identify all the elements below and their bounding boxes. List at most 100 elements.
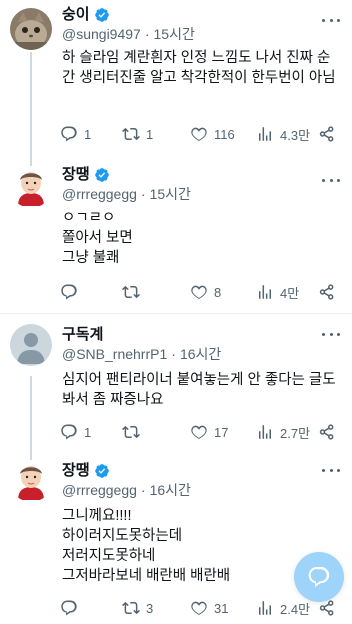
timestamp[interactable]: 16시간 (180, 346, 221, 362)
tweet-header: 장땡 @rrreggegg · 15시간 (62, 166, 312, 204)
share-button[interactable] (318, 123, 336, 145)
reply-icon (61, 126, 77, 142)
display-name[interactable]: 구독계 (62, 326, 103, 344)
handle[interactable]: @rrreggegg (62, 482, 137, 498)
views-count: 4.3만 (280, 127, 311, 143)
handle[interactable]: @rrreggegg (62, 186, 137, 202)
compose-reply-icon (308, 567, 330, 587)
tweet-text: 하 슬라임 계란흰자 인정 느낌도 나서 진짜 순간 생리터진줄 알고 착각한적… (62, 50, 336, 86)
like-count: 17 (214, 424, 229, 440)
tweet-2[interactable]: 장땡 @rrreggegg · 15시간 ㅇㄱㄹㅇ 쫄아서 보면 그냥 불쾌 8 4… (0, 160, 352, 310)
verified-badge-icon (94, 8, 109, 22)
views-button[interactable]: 4.3만 (256, 123, 310, 145)
tweet-header: 구독계 @SNB_rnehrrP1 · 16시간 (62, 326, 312, 364)
timestamp[interactable]: 16시간 (150, 482, 191, 498)
heart-icon (191, 127, 207, 141)
retweet-button[interactable] (122, 281, 146, 303)
action-bar: 3 31 2.4만 (54, 597, 344, 619)
tweet-1[interactable]: 숭이 @sungi9497 · 15시간 하 슬라임 계란흰자 인정 느낌도 나서 … (0, 0, 352, 160)
separator-dot: · (144, 26, 150, 42)
more-options-icon[interactable] (322, 17, 340, 23)
default-person-avatar (10, 324, 52, 366)
views-count: 2.4만 (280, 601, 311, 617)
reply-button[interactable]: 1 (60, 421, 91, 443)
cat-photo-avatar (10, 8, 52, 50)
tweet-header: 숭이 @sungi9497 · 15시간 (62, 6, 312, 44)
separator-dot: · (140, 482, 146, 498)
avatar-cat[interactable] (10, 8, 52, 50)
compose-reply-button[interactable] (294, 552, 344, 602)
like-count: 8 (214, 284, 222, 300)
share-button[interactable] (318, 421, 336, 443)
like-count: 31 (214, 600, 229, 616)
retweet-icon (122, 425, 140, 439)
retweet-count: 3 (146, 600, 154, 616)
tweet-4[interactable]: 장땡 @rrreggegg · 16시간 그니께요!!!! 하이러지도못하는데 저러… (0, 450, 352, 624)
share-icon (319, 424, 334, 440)
avatar-cartoon[interactable] (10, 460, 52, 502)
views-bar-chart-icon (259, 601, 271, 615)
cartoon-person-avatar (10, 460, 52, 502)
share-icon (319, 126, 334, 142)
views-button[interactable]: 2.4만 (256, 597, 310, 619)
thread-line (30, 450, 32, 460)
action-bar: 1 17 2.7만 (54, 421, 344, 443)
views-bar-chart-icon (259, 127, 271, 141)
reply-icon (61, 284, 77, 300)
like-button[interactable]: 31 (190, 597, 228, 619)
retweet-icon (122, 127, 140, 141)
thread-line (30, 376, 32, 450)
heart-icon (191, 285, 207, 299)
retweet-button[interactable]: 1 (122, 123, 153, 145)
like-button[interactable]: 8 (190, 281, 221, 303)
reply-button[interactable] (60, 281, 84, 303)
heart-icon (191, 601, 207, 615)
reply-button[interactable]: 1 (60, 123, 91, 145)
separator-dot: · (171, 346, 176, 362)
reply-icon (61, 600, 77, 616)
retweet-count: 1 (146, 126, 154, 142)
tweet-3[interactable]: 구독계 @SNB_rnehrrP1 · 16시간 심지어 팬티라이너 붙여놓는게 안… (0, 314, 352, 450)
verified-badge-icon (94, 168, 109, 182)
display-name[interactable]: 장땡 (62, 166, 90, 184)
avatar-cartoon[interactable] (10, 166, 52, 208)
display-name[interactable]: 숭이 (62, 6, 90, 24)
heart-icon (191, 425, 207, 439)
timestamp[interactable]: 15시간 (150, 186, 191, 202)
avatar-default[interactable] (10, 324, 52, 366)
action-bar: 1 1 116 4.3만 (54, 123, 344, 145)
reply-count: 1 (84, 424, 92, 440)
like-count: 116 (214, 126, 235, 142)
display-name[interactable]: 장땡 (62, 462, 90, 480)
reply-button[interactable] (60, 597, 84, 619)
more-options-icon[interactable] (322, 177, 340, 183)
more-options-icon[interactable] (322, 467, 340, 473)
views-button[interactable]: 4만 (256, 281, 299, 303)
more-options-icon[interactable] (322, 331, 340, 337)
retweet-icon (122, 285, 140, 299)
thread-line (30, 52, 32, 160)
views-count: 2.7만 (280, 425, 311, 441)
handle[interactable]: @SNB_rnehrrP1 (62, 346, 167, 362)
retweet-icon (122, 601, 140, 615)
cartoon-person-avatar (10, 166, 52, 208)
retweet-button[interactable]: 3 (122, 597, 153, 619)
like-button[interactable]: 17 (190, 421, 228, 443)
separator-dot: · (140, 186, 146, 202)
handle[interactable]: @sungi9497 (62, 26, 141, 42)
tweet-text: ㅇㄱㄹㅇ 쫄아서 보면 그냥 불쾌 (62, 210, 133, 266)
action-bar: 8 4만 (54, 281, 344, 303)
reply-count: 1 (84, 126, 92, 142)
tweet-header: 장땡 @rrreggegg · 16시간 (62, 462, 312, 500)
retweet-button[interactable] (122, 421, 146, 443)
views-count: 4만 (280, 285, 300, 301)
timestamp[interactable]: 15시간 (154, 26, 195, 42)
views-bar-chart-icon (259, 425, 271, 439)
share-icon (319, 284, 334, 300)
views-button[interactable]: 2.7만 (256, 421, 310, 443)
share-button[interactable] (318, 281, 336, 303)
reply-icon (61, 424, 77, 440)
verified-badge-icon (94, 464, 109, 478)
like-button[interactable]: 116 (190, 123, 235, 145)
views-bar-chart-icon (259, 285, 271, 299)
